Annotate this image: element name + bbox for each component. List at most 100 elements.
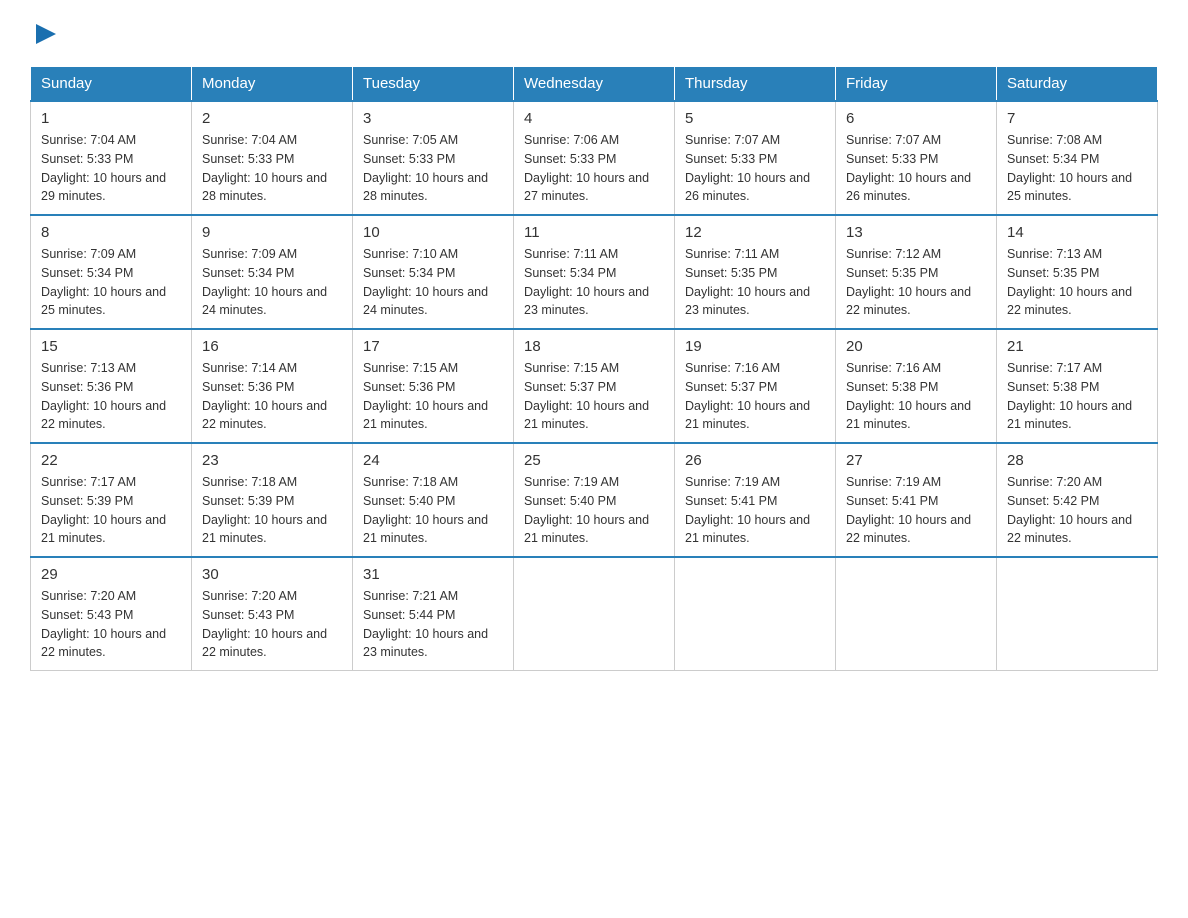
day-detail: Sunrise: 7:17 AMSunset: 5:39 PMDaylight:… xyxy=(41,473,181,548)
day-header-saturday: Saturday xyxy=(997,67,1158,102)
day-detail: Sunrise: 7:13 AMSunset: 5:36 PMDaylight:… xyxy=(41,359,181,434)
day-number: 28 xyxy=(1007,452,1147,469)
calendar-cell: 31 Sunrise: 7:21 AMSunset: 5:44 PMDaylig… xyxy=(353,557,514,671)
day-number: 16 xyxy=(202,338,342,355)
calendar-cell xyxy=(997,557,1158,671)
day-detail: Sunrise: 7:20 AMSunset: 5:42 PMDaylight:… xyxy=(1007,473,1147,548)
day-number: 21 xyxy=(1007,338,1147,355)
logo-triangle-icon xyxy=(32,20,60,48)
calendar-cell: 24 Sunrise: 7:18 AMSunset: 5:40 PMDaylig… xyxy=(353,443,514,557)
day-detail: Sunrise: 7:06 AMSunset: 5:33 PMDaylight:… xyxy=(524,131,664,206)
page-header xyxy=(30,20,1158,48)
calendar-cell: 9 Sunrise: 7:09 AMSunset: 5:34 PMDayligh… xyxy=(192,215,353,329)
calendar-cell: 3 Sunrise: 7:05 AMSunset: 5:33 PMDayligh… xyxy=(353,101,514,215)
calendar-cell: 11 Sunrise: 7:11 AMSunset: 5:34 PMDaylig… xyxy=(514,215,675,329)
day-header-wednesday: Wednesday xyxy=(514,67,675,102)
day-number: 9 xyxy=(202,224,342,241)
calendar-cell: 6 Sunrise: 7:07 AMSunset: 5:33 PMDayligh… xyxy=(836,101,997,215)
day-detail: Sunrise: 7:04 AMSunset: 5:33 PMDaylight:… xyxy=(41,131,181,206)
day-number: 11 xyxy=(524,224,664,241)
day-number: 25 xyxy=(524,452,664,469)
day-detail: Sunrise: 7:19 AMSunset: 5:41 PMDaylight:… xyxy=(846,473,986,548)
day-number: 10 xyxy=(363,224,503,241)
calendar-cell: 26 Sunrise: 7:19 AMSunset: 5:41 PMDaylig… xyxy=(675,443,836,557)
calendar-cell: 21 Sunrise: 7:17 AMSunset: 5:38 PMDaylig… xyxy=(997,329,1158,443)
day-detail: Sunrise: 7:18 AMSunset: 5:39 PMDaylight:… xyxy=(202,473,342,548)
day-number: 30 xyxy=(202,566,342,583)
day-number: 24 xyxy=(363,452,503,469)
day-number: 18 xyxy=(524,338,664,355)
calendar-cell xyxy=(675,557,836,671)
day-detail: Sunrise: 7:17 AMSunset: 5:38 PMDaylight:… xyxy=(1007,359,1147,434)
day-detail: Sunrise: 7:10 AMSunset: 5:34 PMDaylight:… xyxy=(363,245,503,320)
calendar-cell: 20 Sunrise: 7:16 AMSunset: 5:38 PMDaylig… xyxy=(836,329,997,443)
day-header-friday: Friday xyxy=(836,67,997,102)
day-number: 27 xyxy=(846,452,986,469)
day-number: 6 xyxy=(846,110,986,127)
day-detail: Sunrise: 7:08 AMSunset: 5:34 PMDaylight:… xyxy=(1007,131,1147,206)
day-detail: Sunrise: 7:09 AMSunset: 5:34 PMDaylight:… xyxy=(41,245,181,320)
calendar-cell: 10 Sunrise: 7:10 AMSunset: 5:34 PMDaylig… xyxy=(353,215,514,329)
day-number: 1 xyxy=(41,110,181,127)
day-detail: Sunrise: 7:15 AMSunset: 5:37 PMDaylight:… xyxy=(524,359,664,434)
calendar-cell: 4 Sunrise: 7:06 AMSunset: 5:33 PMDayligh… xyxy=(514,101,675,215)
day-detail: Sunrise: 7:16 AMSunset: 5:37 PMDaylight:… xyxy=(685,359,825,434)
day-header-thursday: Thursday xyxy=(675,67,836,102)
day-header-monday: Monday xyxy=(192,67,353,102)
day-detail: Sunrise: 7:07 AMSunset: 5:33 PMDaylight:… xyxy=(685,131,825,206)
calendar-cell: 1 Sunrise: 7:04 AMSunset: 5:33 PMDayligh… xyxy=(31,101,192,215)
day-detail: Sunrise: 7:14 AMSunset: 5:36 PMDaylight:… xyxy=(202,359,342,434)
calendar-week-row: 22 Sunrise: 7:17 AMSunset: 5:39 PMDaylig… xyxy=(31,443,1158,557)
calendar-cell: 14 Sunrise: 7:13 AMSunset: 5:35 PMDaylig… xyxy=(997,215,1158,329)
day-number: 13 xyxy=(846,224,986,241)
day-detail: Sunrise: 7:11 AMSunset: 5:34 PMDaylight:… xyxy=(524,245,664,320)
calendar-cell: 13 Sunrise: 7:12 AMSunset: 5:35 PMDaylig… xyxy=(836,215,997,329)
calendar-cell: 19 Sunrise: 7:16 AMSunset: 5:37 PMDaylig… xyxy=(675,329,836,443)
calendar-cell: 28 Sunrise: 7:20 AMSunset: 5:42 PMDaylig… xyxy=(997,443,1158,557)
day-number: 8 xyxy=(41,224,181,241)
calendar-cell: 7 Sunrise: 7:08 AMSunset: 5:34 PMDayligh… xyxy=(997,101,1158,215)
day-number: 7 xyxy=(1007,110,1147,127)
day-detail: Sunrise: 7:09 AMSunset: 5:34 PMDaylight:… xyxy=(202,245,342,320)
calendar-cell: 8 Sunrise: 7:09 AMSunset: 5:34 PMDayligh… xyxy=(31,215,192,329)
day-detail: Sunrise: 7:13 AMSunset: 5:35 PMDaylight:… xyxy=(1007,245,1147,320)
calendar-week-row: 15 Sunrise: 7:13 AMSunset: 5:36 PMDaylig… xyxy=(31,329,1158,443)
day-detail: Sunrise: 7:05 AMSunset: 5:33 PMDaylight:… xyxy=(363,131,503,206)
calendar-cell xyxy=(836,557,997,671)
day-number: 17 xyxy=(363,338,503,355)
day-detail: Sunrise: 7:19 AMSunset: 5:40 PMDaylight:… xyxy=(524,473,664,548)
day-detail: Sunrise: 7:04 AMSunset: 5:33 PMDaylight:… xyxy=(202,131,342,206)
calendar-cell: 27 Sunrise: 7:19 AMSunset: 5:41 PMDaylig… xyxy=(836,443,997,557)
calendar-cell: 25 Sunrise: 7:19 AMSunset: 5:40 PMDaylig… xyxy=(514,443,675,557)
calendar-cell: 5 Sunrise: 7:07 AMSunset: 5:33 PMDayligh… xyxy=(675,101,836,215)
calendar-cell xyxy=(514,557,675,671)
day-number: 3 xyxy=(363,110,503,127)
logo-icon xyxy=(30,20,60,48)
calendar-week-row: 1 Sunrise: 7:04 AMSunset: 5:33 PMDayligh… xyxy=(31,101,1158,215)
day-detail: Sunrise: 7:11 AMSunset: 5:35 PMDaylight:… xyxy=(685,245,825,320)
calendar-cell: 17 Sunrise: 7:15 AMSunset: 5:36 PMDaylig… xyxy=(353,329,514,443)
day-number: 2 xyxy=(202,110,342,127)
day-detail: Sunrise: 7:19 AMSunset: 5:41 PMDaylight:… xyxy=(685,473,825,548)
calendar-cell: 18 Sunrise: 7:15 AMSunset: 5:37 PMDaylig… xyxy=(514,329,675,443)
day-number: 29 xyxy=(41,566,181,583)
calendar-cell: 2 Sunrise: 7:04 AMSunset: 5:33 PMDayligh… xyxy=(192,101,353,215)
day-number: 23 xyxy=(202,452,342,469)
day-detail: Sunrise: 7:15 AMSunset: 5:36 PMDaylight:… xyxy=(363,359,503,434)
day-detail: Sunrise: 7:20 AMSunset: 5:43 PMDaylight:… xyxy=(41,587,181,662)
day-detail: Sunrise: 7:18 AMSunset: 5:40 PMDaylight:… xyxy=(363,473,503,548)
day-detail: Sunrise: 7:07 AMSunset: 5:33 PMDaylight:… xyxy=(846,131,986,206)
calendar-table: SundayMondayTuesdayWednesdayThursdayFrid… xyxy=(30,66,1158,671)
day-number: 5 xyxy=(685,110,825,127)
day-number: 26 xyxy=(685,452,825,469)
calendar-header-row: SundayMondayTuesdayWednesdayThursdayFrid… xyxy=(31,67,1158,102)
day-number: 12 xyxy=(685,224,825,241)
calendar-cell: 12 Sunrise: 7:11 AMSunset: 5:35 PMDaylig… xyxy=(675,215,836,329)
calendar-week-row: 8 Sunrise: 7:09 AMSunset: 5:34 PMDayligh… xyxy=(31,215,1158,329)
day-number: 31 xyxy=(363,566,503,583)
calendar-cell: 29 Sunrise: 7:20 AMSunset: 5:43 PMDaylig… xyxy=(31,557,192,671)
day-number: 22 xyxy=(41,452,181,469)
calendar-cell: 30 Sunrise: 7:20 AMSunset: 5:43 PMDaylig… xyxy=(192,557,353,671)
day-detail: Sunrise: 7:21 AMSunset: 5:44 PMDaylight:… xyxy=(363,587,503,662)
day-detail: Sunrise: 7:16 AMSunset: 5:38 PMDaylight:… xyxy=(846,359,986,434)
